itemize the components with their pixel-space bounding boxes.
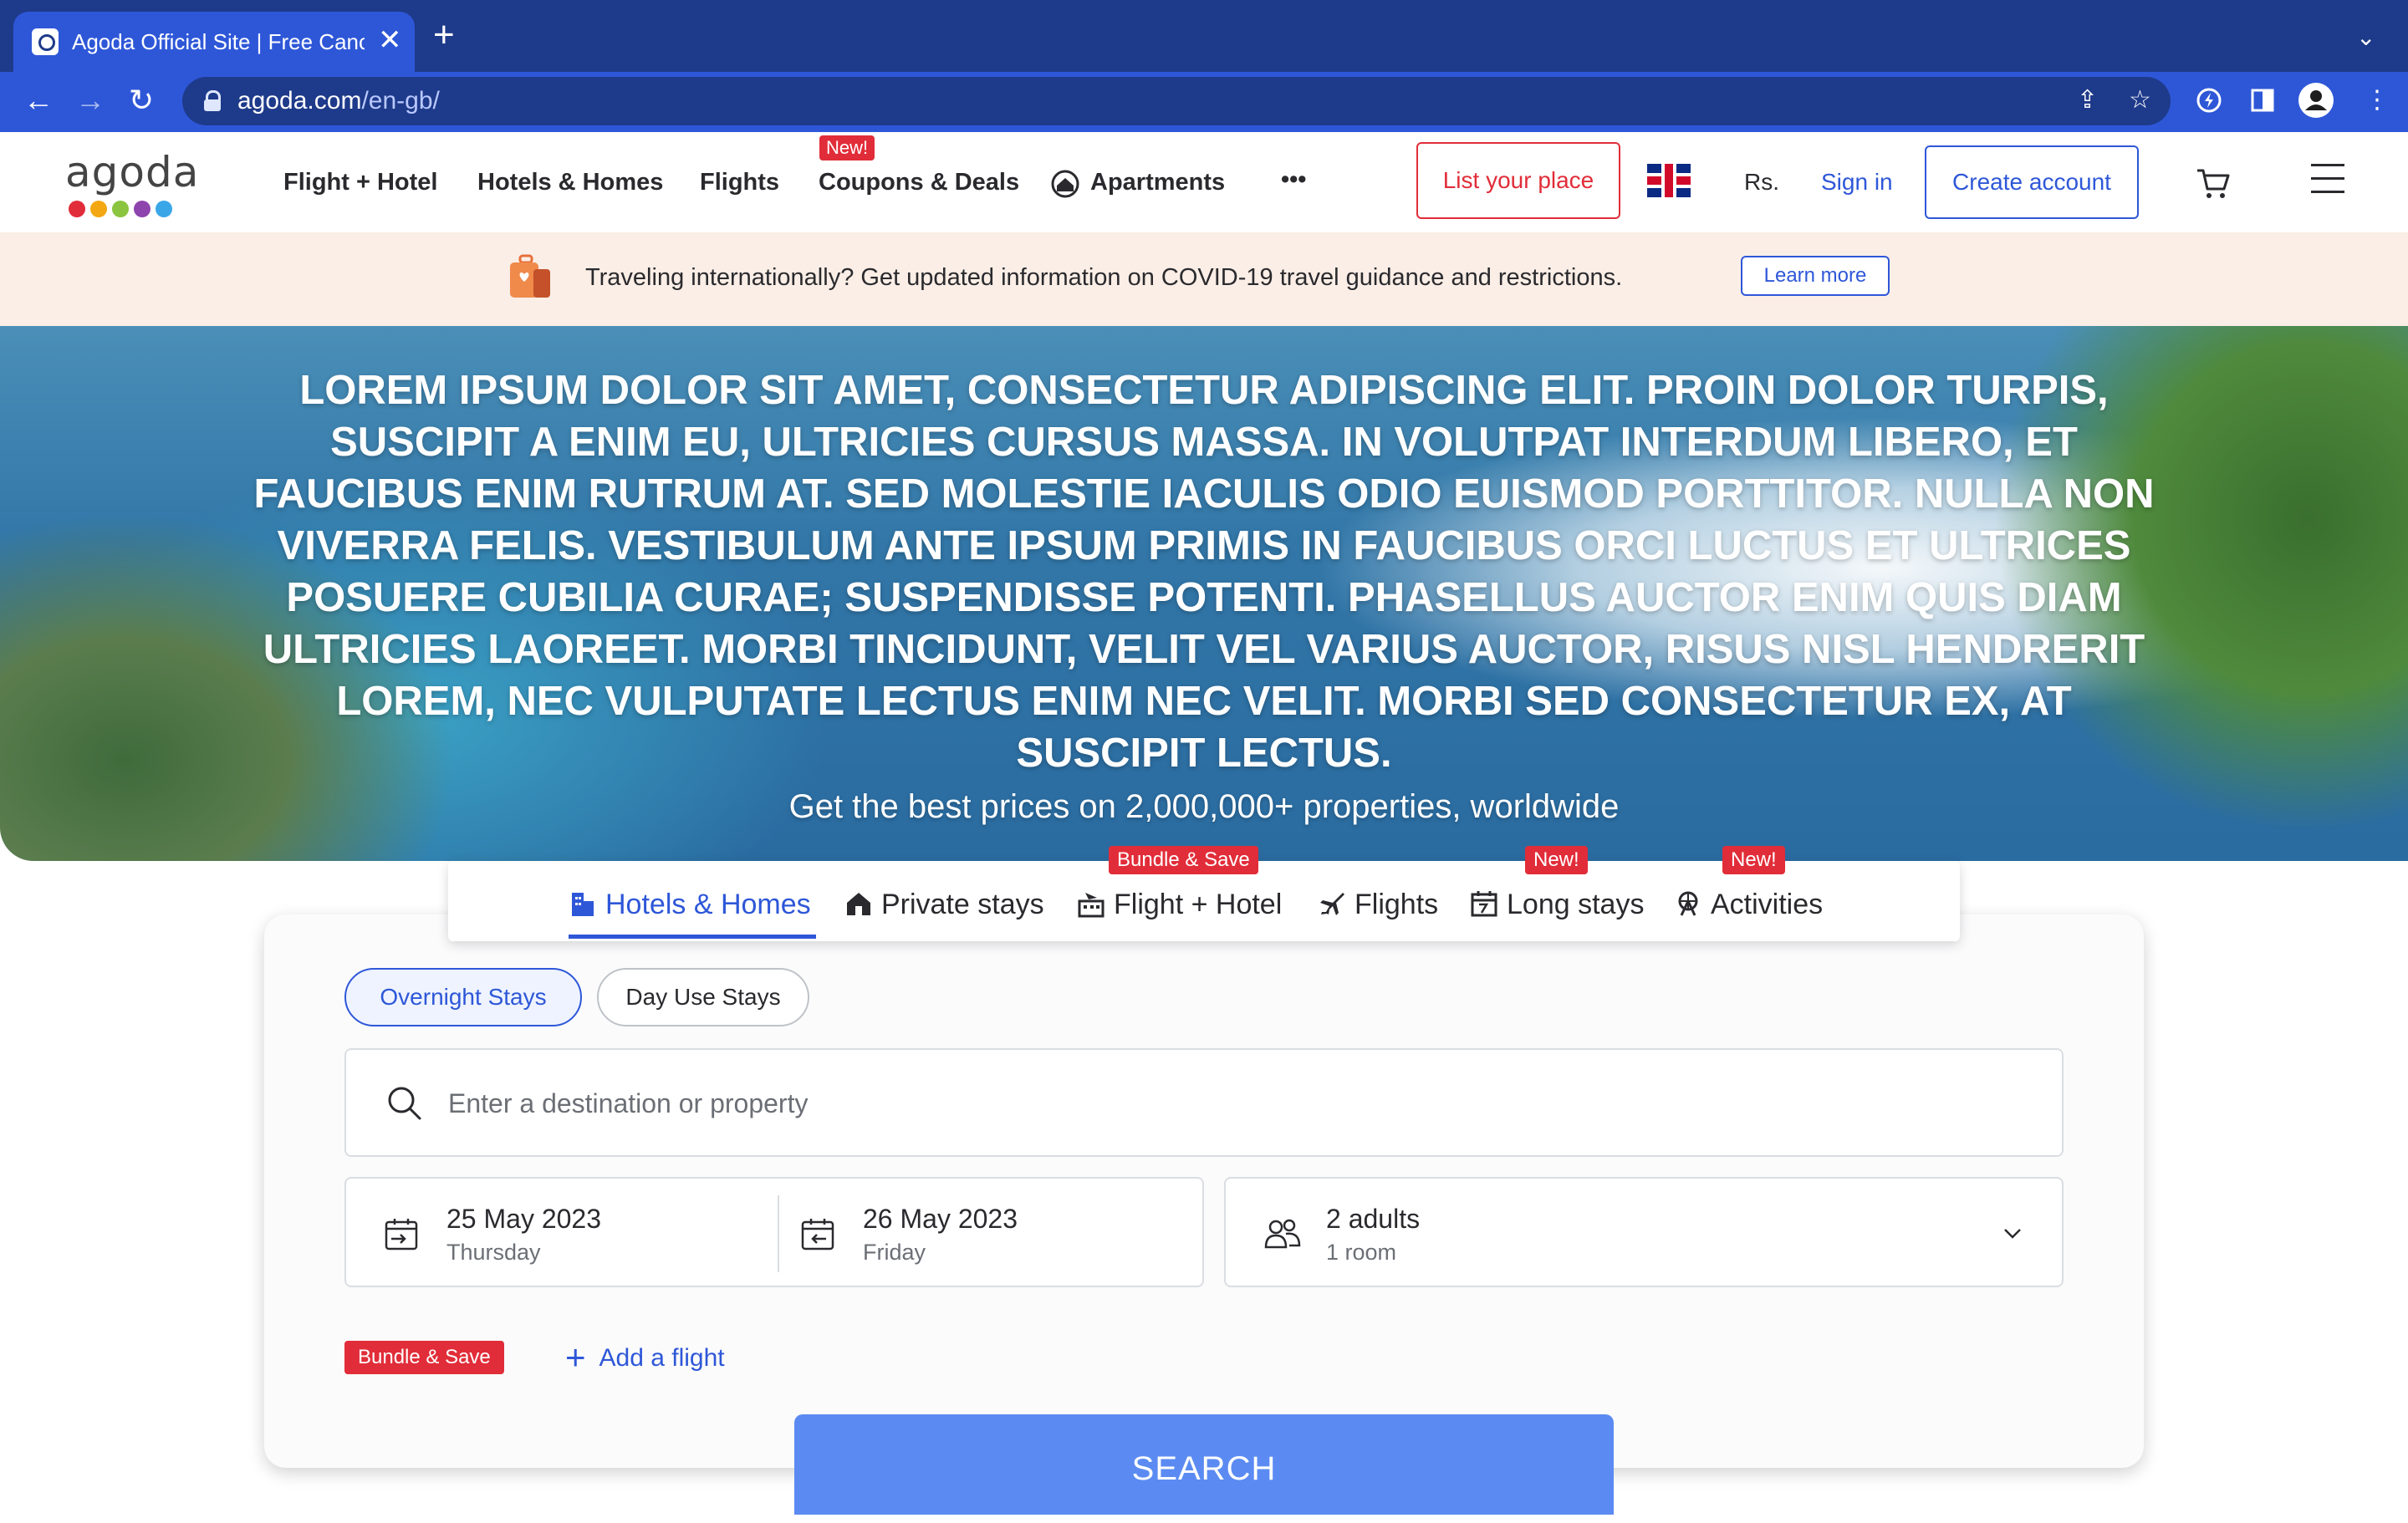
tab-hotels-homes[interactable]: Hotels & Homes [569, 888, 811, 921]
tab-search-chevron-icon[interactable]: ⌄ [2356, 23, 2375, 51]
logo-dot [90, 201, 107, 217]
new-badge: New! [1525, 846, 1588, 874]
ferris-wheel-icon [1678, 891, 1698, 916]
tab-long-stays-label: Long stays [1507, 889, 1645, 920]
reload-icon[interactable]: ↻ [129, 84, 154, 117]
bookmark-star-icon[interactable]: ☆ [2129, 87, 2151, 114]
bundle-save-badge: Bundle & Save [1109, 846, 1258, 874]
destination-input[interactable] [446, 1078, 1951, 1128]
forward-arrow-icon[interactable]: → [75, 84, 105, 117]
browser-menu-icon[interactable]: ⋮ [2365, 87, 2390, 114]
tab-private-stays[interactable]: Private stays [844, 888, 1044, 921]
tab-activities-label: Activities [1711, 889, 1824, 920]
tab-flights[interactable]: Flights [1318, 888, 1438, 921]
extension-icon[interactable] [2196, 87, 2222, 114]
nav-flight-hotel[interactable]: Flight + Hotel [283, 168, 437, 196]
agoda-logo[interactable]: agoda [65, 148, 200, 217]
destination-field[interactable] [344, 1048, 2064, 1157]
date-divider [778, 1195, 779, 1272]
sign-in-link[interactable]: Sign in [1821, 169, 1893, 196]
new-badge: New! [819, 135, 875, 160]
lock-icon [204, 90, 221, 112]
occupancy-selector[interactable]: 2 adults 1 room [1224, 1177, 2064, 1287]
hero-banner: LOREM IPSUM DOLOR SIT AMET, CONSECTETUR … [0, 326, 2408, 861]
active-tab-indicator [569, 935, 816, 939]
agoda-favicon-icon [32, 28, 59, 55]
chevron-down-icon [2004, 1229, 2021, 1239]
logo-wordmark: agoda [65, 148, 200, 196]
nav-coupons-deals[interactable]: Coupons & Deals [819, 168, 1019, 196]
logo-dot [112, 201, 129, 217]
side-panel-icon[interactable] [2249, 87, 2276, 114]
rooms-count: 1 room [1326, 1240, 1397, 1265]
bundle-save-badge: Bundle & Save [344, 1341, 504, 1374]
hotel-building-icon [572, 893, 594, 916]
browser-tab[interactable]: Agoda Official Site | Free Cancellation … [13, 12, 415, 72]
cart-icon[interactable] [2196, 167, 2231, 201]
currency-selector[interactable]: Rs. [1744, 169, 1779, 196]
check-out-day: Friday [863, 1240, 926, 1265]
list-your-place-button[interactable]: List your place [1416, 142, 1620, 219]
search-button[interactable]: SEARCH [794, 1414, 1614, 1515]
date-range-picker[interactable]: 25 May 2023 Thursday 26 May 2023 Friday [344, 1177, 1204, 1287]
tab-flights-label: Flights [1354, 889, 1439, 920]
plus-icon: + [565, 1337, 586, 1377]
nav-apartments[interactable]: Apartments [1090, 168, 1225, 196]
browser-tab-title: Agoda Official Site | Free Cancellation [72, 29, 365, 54]
flight-hotel-icon [1078, 893, 1105, 918]
tab-hotels-homes-label: Hotels & Homes [605, 889, 811, 920]
logo-dot [156, 201, 172, 217]
day-use-stays-toggle[interactable]: Day Use Stays [597, 968, 809, 1026]
covid-banner: Traveling internationally? Get updated i… [0, 232, 2408, 326]
new-tab-icon[interactable]: + [433, 17, 455, 53]
logo-dot [69, 201, 85, 217]
guests-icon [1264, 1219, 1301, 1249]
site-header: agoda Flight + Hotel Hotels & Homes Flig… [0, 132, 2408, 232]
add-flight-link[interactable]: + Add a flight [565, 1340, 725, 1375]
check-out-date-value: 26 May 2023 [863, 1204, 1018, 1234]
house-icon [847, 893, 870, 915]
check-in-day: Thursday [446, 1240, 541, 1265]
tab-private-stays-label: Private stays [881, 889, 1044, 920]
address-url: agoda.com/en-gb/ [237, 87, 440, 115]
add-flight-label: Add a flight [599, 1344, 725, 1372]
adults-count: 2 adults [1326, 1204, 1421, 1234]
back-arrow-icon[interactable]: ← [23, 84, 54, 117]
nav-hotels-homes[interactable]: Hotels & Homes [477, 168, 663, 196]
new-badge: New! [1722, 846, 1785, 874]
share-icon[interactable]: ⇪ [2077, 87, 2098, 114]
logo-dots [69, 201, 269, 219]
nav-more-icon[interactable]: ••• [1281, 166, 1306, 194]
learn-more-button[interactable]: Learn more [1741, 256, 1890, 296]
tab-long-stays[interactable]: Long stays [1470, 888, 1644, 921]
tab-flight-hotel[interactable]: Flight + Hotel [1077, 888, 1282, 921]
address-bar[interactable]: agoda.com/en-gb/ [182, 77, 2171, 125]
profile-avatar-icon[interactable] [2298, 82, 2334, 119]
search-icon [388, 1087, 421, 1120]
apartment-icon [1051, 170, 1079, 198]
suitcase-icon [510, 254, 550, 298]
close-tab-icon[interactable]: ✕ [378, 25, 402, 55]
hamburger-menu-icon[interactable] [2311, 164, 2344, 194]
calendar-icon [1471, 891, 1497, 917]
check-in-calendar-icon [385, 1219, 418, 1250]
hero-subheadline: Get the best prices on 2,000,000+ proper… [788, 788, 1620, 825]
check-out-calendar-icon [801, 1219, 834, 1250]
create-account-button[interactable]: Create account [1925, 145, 2139, 219]
nav-flights[interactable]: Flights [700, 168, 779, 196]
uk-flag-icon[interactable] [1647, 164, 1691, 197]
hero-headline: LOREM IPSUM DOLOR SIT AMET, CONSECTETUR … [253, 368, 2155, 776]
tab-activities[interactable]: Activities [1674, 888, 1823, 921]
overnight-stays-toggle[interactable]: Overnight Stays [344, 968, 582, 1026]
tab-flight-hotel-label: Flight + Hotel [1114, 889, 1283, 920]
logo-dot [134, 201, 150, 217]
check-in-date-value: 25 May 2023 [446, 1204, 602, 1234]
covid-banner-text: Traveling internationally? Get updated i… [585, 264, 1623, 291]
airplane-icon [1320, 893, 1344, 915]
